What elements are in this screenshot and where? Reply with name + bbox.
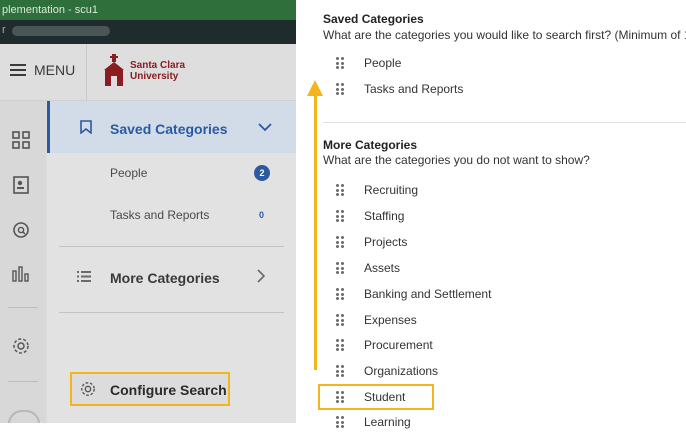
category-divider [59,312,284,313]
saved-categories-label: Saved Categories [110,121,228,137]
more-categories-label: More Categories [110,270,220,286]
more-category-label: Banking and Settlement [364,287,492,301]
contact-card-icon[interactable] [12,176,30,194]
section-divider [323,122,686,123]
student-highlight-box [318,384,434,410]
drag-handle-icon[interactable] [336,210,344,222]
more-category-label: Staffing [364,209,405,223]
user-bar: r [0,20,296,44]
tasks-count: 0 [259,210,265,220]
dashboard-grid-icon[interactable] [12,131,30,149]
drag-handle-icon[interactable] [336,83,344,95]
more-section-title: More Categories [323,138,418,152]
mission-logo-icon [104,54,124,86]
more-category-item[interactable]: Expenses [336,310,417,330]
icon-rail [0,101,46,423]
logo-line-1: Santa Clara [130,60,186,71]
settings-gear-icon[interactable] [12,337,30,355]
more-category-item[interactable]: Assets [336,258,400,278]
rail-divider [8,307,38,308]
drag-handle-icon[interactable] [336,416,344,428]
saved-category-item[interactable]: People [336,53,401,73]
saved-category-label: Tasks and Reports [364,82,464,96]
saved-category-item[interactable]: Tasks and Reports [336,79,463,99]
rail-divider [8,381,38,382]
drag-handle-icon[interactable] [336,57,344,69]
left-saved-item-tasks[interactable]: Tasks and Reports [110,208,209,222]
app-background-panel: plementation - scu1 r MENU Santa Clara U… [0,0,296,423]
drag-handle-icon[interactable] [336,314,344,326]
drag-handle-icon[interactable] [336,365,344,377]
people-count-badge: 2 [254,165,270,181]
more-category-item[interactable]: Organizations [336,361,438,381]
more-category-label: Recruiting [364,183,419,197]
drag-handle-icon[interactable] [336,236,344,248]
user-initial: r [2,24,6,36]
bookmark-icon [80,120,92,134]
more-category-label: Assets [364,261,401,275]
configure-search-label: Configure Search [110,382,227,398]
environment-bar: plementation - scu1 [0,0,296,20]
chevron-right-icon [257,269,266,283]
menu-button[interactable]: MENU [10,62,75,78]
user-name-redacted [12,26,110,36]
search-history-icon[interactable] [12,221,30,239]
saved-category-label: People [364,56,402,70]
more-section-desc: What are the categories you do not want … [323,153,590,167]
more-category-item[interactable]: Recruiting [336,180,418,200]
logo-line-2: University [130,71,179,82]
more-category-label: Organizations [364,364,439,378]
drag-handle-icon[interactable] [336,262,344,274]
saved-section-desc: What are the categories you would like t… [323,28,686,42]
drag-handle-icon[interactable] [336,184,344,196]
more-category-item[interactable]: Procurement [336,335,433,355]
configure-search-button[interactable]: Configure Search [70,372,230,406]
list-icon [77,271,91,282]
saved-categories-row[interactable]: Saved Categories [47,101,296,153]
left-saved-item-people[interactable]: People [110,166,147,180]
drag-handle-icon[interactable] [336,339,344,351]
more-categories-row[interactable]: More Categories [47,249,296,307]
more-category-label: Expenses [364,313,417,327]
chevron-down-icon [258,123,272,132]
more-category-item[interactable]: Learning [336,412,411,432]
more-category-item[interactable]: Staffing [336,206,404,226]
arrow-up-icon [307,80,323,96]
more-category-label: Learning [364,415,411,429]
hamburger-icon [10,64,26,76]
top-bar: MENU Santa Clara University [0,44,296,101]
gear-icon [81,382,95,396]
environment-label: plementation - scu1 [2,4,98,16]
more-category-item[interactable]: Projects [336,232,407,252]
analytics-icon[interactable] [12,265,30,283]
menu-label: MENU [34,62,76,78]
more-category-item[interactable]: Banking and Settlement [336,284,491,304]
more-category-label: Projects [364,235,408,249]
drag-arrow-shaft [314,94,317,370]
configure-search-pane: Saved Categories What are the categories… [296,0,686,429]
category-divider [59,246,284,247]
more-category-label: Procurement [364,338,433,352]
university-logo[interactable]: Santa Clara University [102,54,185,88]
topbar-divider [86,44,87,100]
saved-section-title: Saved Categories [323,12,424,26]
drag-handle-icon[interactable] [336,288,344,300]
